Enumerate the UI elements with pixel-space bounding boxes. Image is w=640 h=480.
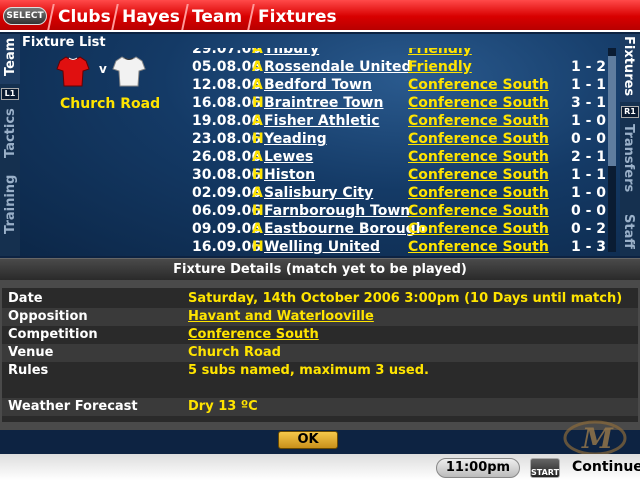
versus-label: v <box>99 62 107 76</box>
fixture-details-table: Date Saturday, 14th October 2006 3:00pm … <box>2 288 638 422</box>
table-row[interactable]: 30.08.06 H Histon Conference South 1 - 1 <box>190 166 610 184</box>
game-logo-icon: M <box>563 420 627 456</box>
red-shirt-icon <box>56 56 90 87</box>
table-row[interactable]: 06.09.06 H Farnborough Town Conference S… <box>190 202 610 220</box>
table-row[interactable]: 23.08.06 H Yeading Conference South 0 - … <box>190 130 610 148</box>
start-button[interactable]: START <box>530 458 560 478</box>
competition-link[interactable]: Conference South <box>188 326 319 344</box>
l1-badge: L1 <box>1 88 19 100</box>
table-row[interactable]: 26.08.06 A Lewes Conference South 2 - 1 <box>190 148 610 166</box>
tab-team[interactable]: Team <box>0 34 20 84</box>
breadcrumb-fixtures[interactable]: Fixtures <box>247 4 349 30</box>
table-row[interactable]: 16.09.06 H Welling United Conference Sou… <box>190 238 610 256</box>
game-clock: 11:00pm <box>436 458 520 478</box>
venue-label: Church Road <box>60 96 161 112</box>
tab-tactics[interactable]: Tactics <box>0 102 20 172</box>
footer-bar: 11:00pm START Continue <box>0 454 640 480</box>
detail-row-competition: Competition Conference South <box>8 326 319 344</box>
table-row[interactable]: 05.08.06 A Rossendale United Friendly 1 … <box>190 58 610 76</box>
detail-row-opposition: Opposition Havant and Waterlooville <box>2 308 638 326</box>
ok-button[interactable]: OK <box>278 431 338 449</box>
kit-display: v <box>56 54 166 94</box>
fixture-list-panel: Fixture List v Church Road 29.07.06 A Ti… <box>20 34 620 256</box>
top-nav-bar: SELECT Clubs Hayes Team Fixtures <box>0 0 640 32</box>
table-row[interactable]: 09.09.06 A Eastbourne Borough Conference… <box>190 220 610 238</box>
tab-transfers[interactable]: Transfers <box>620 120 640 210</box>
table-row[interactable]: 16.08.06 H Braintree Town Conference Sou… <box>190 94 610 112</box>
breadcrumb-clubs[interactable]: Clubs <box>47 4 117 30</box>
r1-badge: R1 <box>621 106 639 118</box>
scrollbar-thumb[interactable] <box>608 56 616 166</box>
fixture-table: 29.07.06 A Tilbury Friendly 05.08.06 A R… <box>190 48 610 256</box>
table-row[interactable]: 29.07.06 A Tilbury Friendly <box>190 48 610 58</box>
fixture-details-title: Fixture Details (match yet to be played) <box>0 258 640 280</box>
breadcrumb-club[interactable]: Hayes <box>111 4 187 30</box>
tab-training[interactable]: Training <box>0 174 20 256</box>
breadcrumb-team[interactable]: Team <box>181 4 253 30</box>
detail-row-date: Date Saturday, 14th October 2006 3:00pm … <box>8 291 623 306</box>
svg-text:M: M <box>581 422 614 455</box>
select-button[interactable]: SELECT <box>3 7 47 25</box>
continue-button[interactable]: Continue <box>572 459 640 475</box>
tab-staff[interactable]: Staff <box>620 212 640 256</box>
detail-row-weather: Weather Forecast Dry 13 ºC <box>2 398 638 416</box>
detail-row-rules: Rules 5 subs named, maximum 3 used. <box>8 363 429 378</box>
opposition-link[interactable]: Havant and Waterlooville <box>188 308 374 326</box>
detail-row-venue: Venue Church Road <box>2 344 638 362</box>
tab-fixtures[interactable]: Fixtures <box>620 34 640 102</box>
fixture-scrollbar[interactable] <box>608 48 616 252</box>
table-row[interactable]: 19.08.06 A Fisher Athletic Conference So… <box>190 112 610 130</box>
white-shirt-icon <box>112 56 146 87</box>
right-tab-strip: Fixtures R1 Transfers Staff <box>620 34 640 256</box>
left-tab-strip: Team L1 Tactics Training <box>0 34 20 256</box>
table-row[interactable]: 02.09.06 A Salisbury City Conference Sou… <box>190 184 610 202</box>
table-row[interactable]: 12.08.06 A Bedford Town Conference South… <box>190 76 610 94</box>
fixture-list-title: Fixture List <box>22 35 106 50</box>
